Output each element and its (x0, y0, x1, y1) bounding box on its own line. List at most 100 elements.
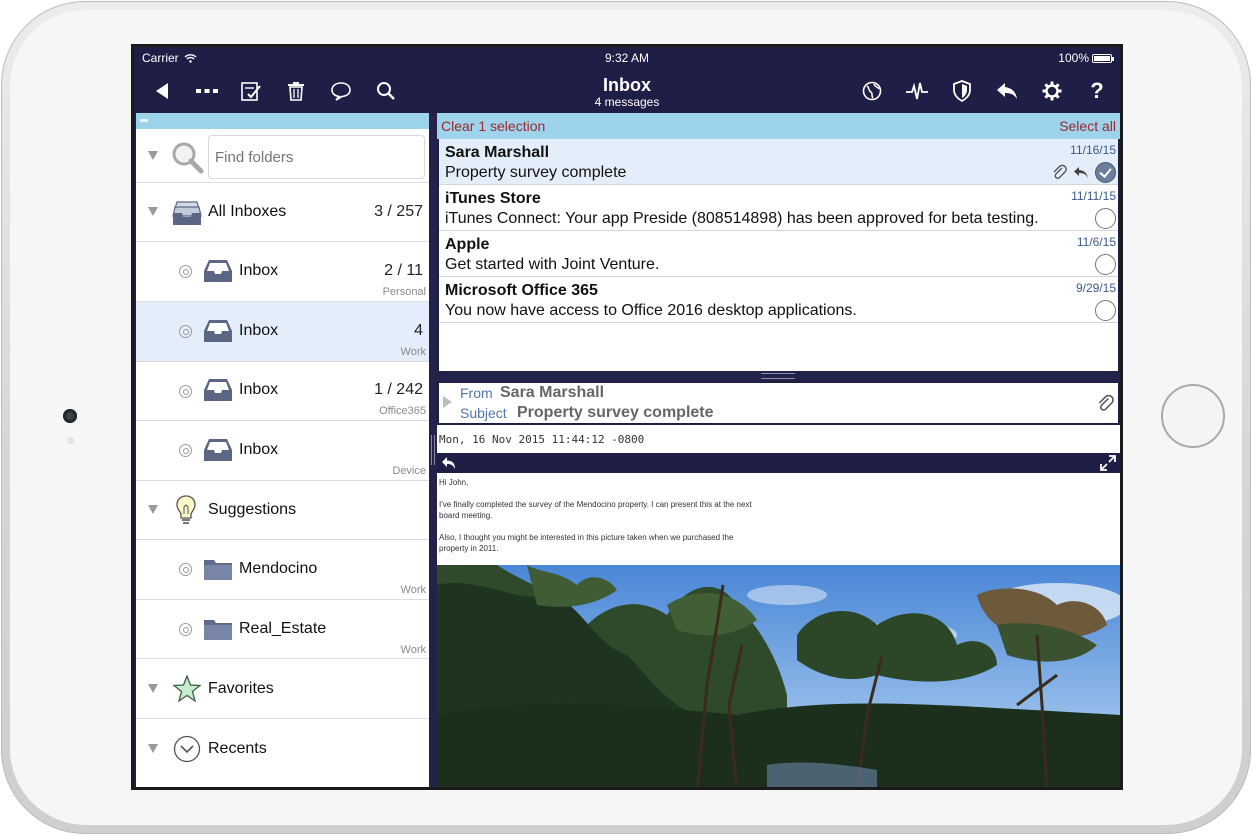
inbox-tray-icon (204, 320, 232, 342)
message-date: 9/29/15 (1075, 281, 1116, 295)
sidebar-item-suggestions[interactable]: Suggestions (136, 481, 429, 540)
body-line: board meeting. (439, 511, 493, 520)
subject-label: Subject (460, 405, 507, 421)
target-icon (179, 265, 192, 278)
sidebar-item-label: Inbox (239, 322, 279, 339)
lightbulb-icon (176, 495, 196, 524)
from-value[interactable]: Sara Marshall (500, 384, 604, 402)
back-icon[interactable] (146, 75, 178, 107)
unread-count: 1 / 242 (374, 381, 423, 398)
message-sender: Microsoft Office 365 (445, 282, 598, 299)
message-row[interactable]: iTunes Store iTunes Connect: Your app Pr… (439, 185, 1118, 231)
body-line: Also, I thought you might be interested … (439, 533, 734, 542)
pane-resize-grip[interactable] (431, 435, 435, 465)
collapse-arrow-icon[interactable] (148, 207, 158, 216)
clear-selection-button[interactable]: Clear 1 selection (441, 118, 545, 134)
message-subject: iTunes Connect: Your app Preside (808514… (445, 210, 1039, 227)
sidebar-item-label: Mendocino (239, 560, 318, 577)
select-all-button[interactable]: Select all (1059, 118, 1116, 134)
message-row[interactable]: Apple Get started with Joint Venture. 11… (439, 231, 1118, 277)
account-label: Work (400, 584, 426, 596)
sidebar-item-inbox-work[interactable]: Inbox 4 Work (136, 302, 429, 362)
selection-bar: Clear 1 selection Select all (437, 113, 1120, 139)
selection-checkbox[interactable] (1095, 208, 1116, 229)
expand-header-icon[interactable] (443, 396, 452, 408)
tablet-frame: Carrier 9:32 AM 100% Inbox 4 messages ? … (1, 1, 1251, 834)
search-icon[interactable] (370, 75, 402, 107)
front-camera (63, 409, 77, 423)
collapse-arrow-icon[interactable] (148, 505, 158, 514)
target-icon (179, 563, 192, 576)
battery-status: 100% (1058, 51, 1114, 65)
sidebar-item-inbox-personal[interactable]: Inbox 2 / 11 Personal (136, 242, 429, 302)
sidebar-item-label: Real_Estate (239, 620, 327, 637)
attachment-icon[interactable] (1096, 394, 1114, 412)
inbox-tray-icon (204, 260, 232, 282)
message-sender: iTunes Store (445, 190, 541, 207)
battery-percent: 100% (1058, 51, 1089, 65)
sidebar-item-inbox-office365[interactable]: Inbox 1 / 242 Office365 (136, 362, 429, 421)
sidebar-item-folder-real-estate[interactable]: Real_Estate Work (136, 600, 429, 659)
shield-icon[interactable] (946, 75, 978, 107)
comment-icon[interactable] (325, 75, 357, 107)
target-icon (179, 444, 192, 457)
message-timestamp: Mon, 16 Nov 2015 11:44:12 -0800 (437, 431, 1120, 451)
help-icon[interactable]: ? (1081, 75, 1113, 107)
compose-icon[interactable] (235, 75, 267, 107)
selection-checkbox[interactable] (1095, 300, 1116, 321)
sidebar-item-inbox-device[interactable]: Inbox Device (136, 421, 429, 481)
folder-search-input[interactable] (208, 135, 425, 179)
body-paragraph: I've finally completed the survey of the… (439, 499, 1118, 521)
stacked-inbox-icon (172, 201, 202, 225)
battery-icon (1092, 53, 1114, 63)
list-preview-splitter[interactable] (437, 371, 1120, 381)
body-paragraph: Also, I thought you might be interested … (439, 532, 1118, 554)
sidebar-drag-strip[interactable] (136, 113, 429, 129)
message-pane: Clear 1 selection Select all Sara Marsha… (437, 113, 1120, 787)
body-line: property in 2011. (439, 544, 499, 553)
activity-icon[interactable] (901, 75, 933, 107)
message-list: Sara Marshall Property survey complete 1… (437, 139, 1120, 371)
sidebar-item-label: Inbox (239, 381, 279, 398)
clock-chevron-icon (173, 735, 201, 763)
message-row[interactable]: Microsoft Office 365 You now have access… (439, 277, 1118, 323)
sidebar-item-recents[interactable]: Recents (136, 719, 429, 779)
message-date: 11/16/15 (1070, 143, 1116, 157)
unread-count: 3 / 257 (374, 203, 423, 220)
attached-photo[interactable] (437, 565, 1120, 787)
selection-checkbox[interactable] (1095, 162, 1116, 183)
inbox-tray-icon (204, 439, 232, 461)
trash-icon[interactable] (280, 75, 312, 107)
star-icon (173, 675, 201, 703)
message-body: Hi John, I've finally completed the surv… (437, 473, 1120, 565)
selection-checkbox[interactable] (1095, 254, 1116, 275)
collapse-arrow-icon[interactable] (148, 744, 158, 753)
target-icon (179, 623, 192, 636)
more-icon[interactable] (191, 75, 223, 107)
gear-icon[interactable] (1036, 75, 1068, 107)
account-label: Office365 (379, 405, 426, 417)
account-label: Personal (382, 286, 426, 298)
sidebar-item-all-inboxes[interactable]: All Inboxes 3 / 257 (136, 183, 429, 242)
sidebar-item-favorites[interactable]: Favorites (136, 659, 429, 719)
reply-icon[interactable] (991, 75, 1023, 107)
message-date: 11/6/15 (1076, 235, 1116, 249)
home-button[interactable] (1161, 384, 1225, 448)
account-label: Device (392, 465, 426, 477)
message-subject: Get started with Joint Venture. (445, 256, 660, 273)
globe-icon[interactable] (856, 75, 888, 107)
message-row[interactable]: Sara Marshall Property survey complete 1… (439, 139, 1118, 185)
body-greeting: Hi John, (439, 478, 469, 487)
collapse-arrow-icon[interactable] (148, 150, 158, 160)
inbox-tray-icon (204, 379, 232, 401)
status-bar: Carrier 9:32 AM 100% (134, 47, 1120, 69)
message-sender: Sara Marshall (445, 144, 550, 161)
replied-icon (1072, 163, 1090, 181)
body-line: I've finally completed the survey of the… (439, 500, 752, 509)
collapse-arrow-icon[interactable] (148, 683, 158, 693)
reply-icon[interactable] (441, 455, 457, 471)
sidebar-item-label: Suggestions (208, 501, 297, 518)
sidebar-item-folder-mendocino[interactable]: Mendocino Work (136, 540, 429, 600)
message-date: 11/11/15 (1071, 189, 1116, 203)
expand-icon[interactable] (1100, 455, 1116, 471)
